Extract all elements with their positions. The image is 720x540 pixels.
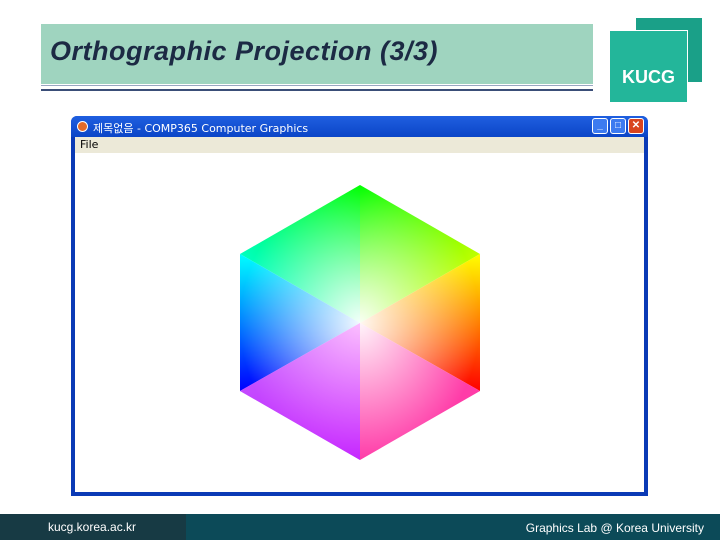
title-divider-thin <box>41 85 593 86</box>
menu-item-file[interactable]: File <box>80 138 98 151</box>
maximize-button[interactable]: □ <box>610 118 626 134</box>
window-title: 제목없음 - COMP365 Computer Graphics <box>93 122 309 135</box>
logo-text: KUCG <box>622 67 675 87</box>
minimize-button[interactable]: _ <box>592 118 608 134</box>
window-titlebar[interactable]: 제목없음 - COMP365 Computer Graphics _ □ ✕ <box>71 116 648 137</box>
slide-title: Orthographic Projection (3/3) <box>50 36 439 66</box>
footer-url: kucg.korea.ac.kr <box>48 520 137 534</box>
kucg-logo: KUCG <box>609 30 688 103</box>
menu-bar: File <box>75 137 644 154</box>
app-icon[interactable] <box>77 121 88 132</box>
title-divider <box>41 89 593 91</box>
footer-credit: Graphics Lab @ Korea University <box>525 521 704 535</box>
render-canvas[interactable] <box>75 153 644 492</box>
app-window: 제목없음 - COMP365 Computer Graphics _ □ ✕ F… <box>71 116 648 496</box>
rgb-cube <box>240 185 480 460</box>
close-button[interactable]: ✕ <box>628 118 644 134</box>
